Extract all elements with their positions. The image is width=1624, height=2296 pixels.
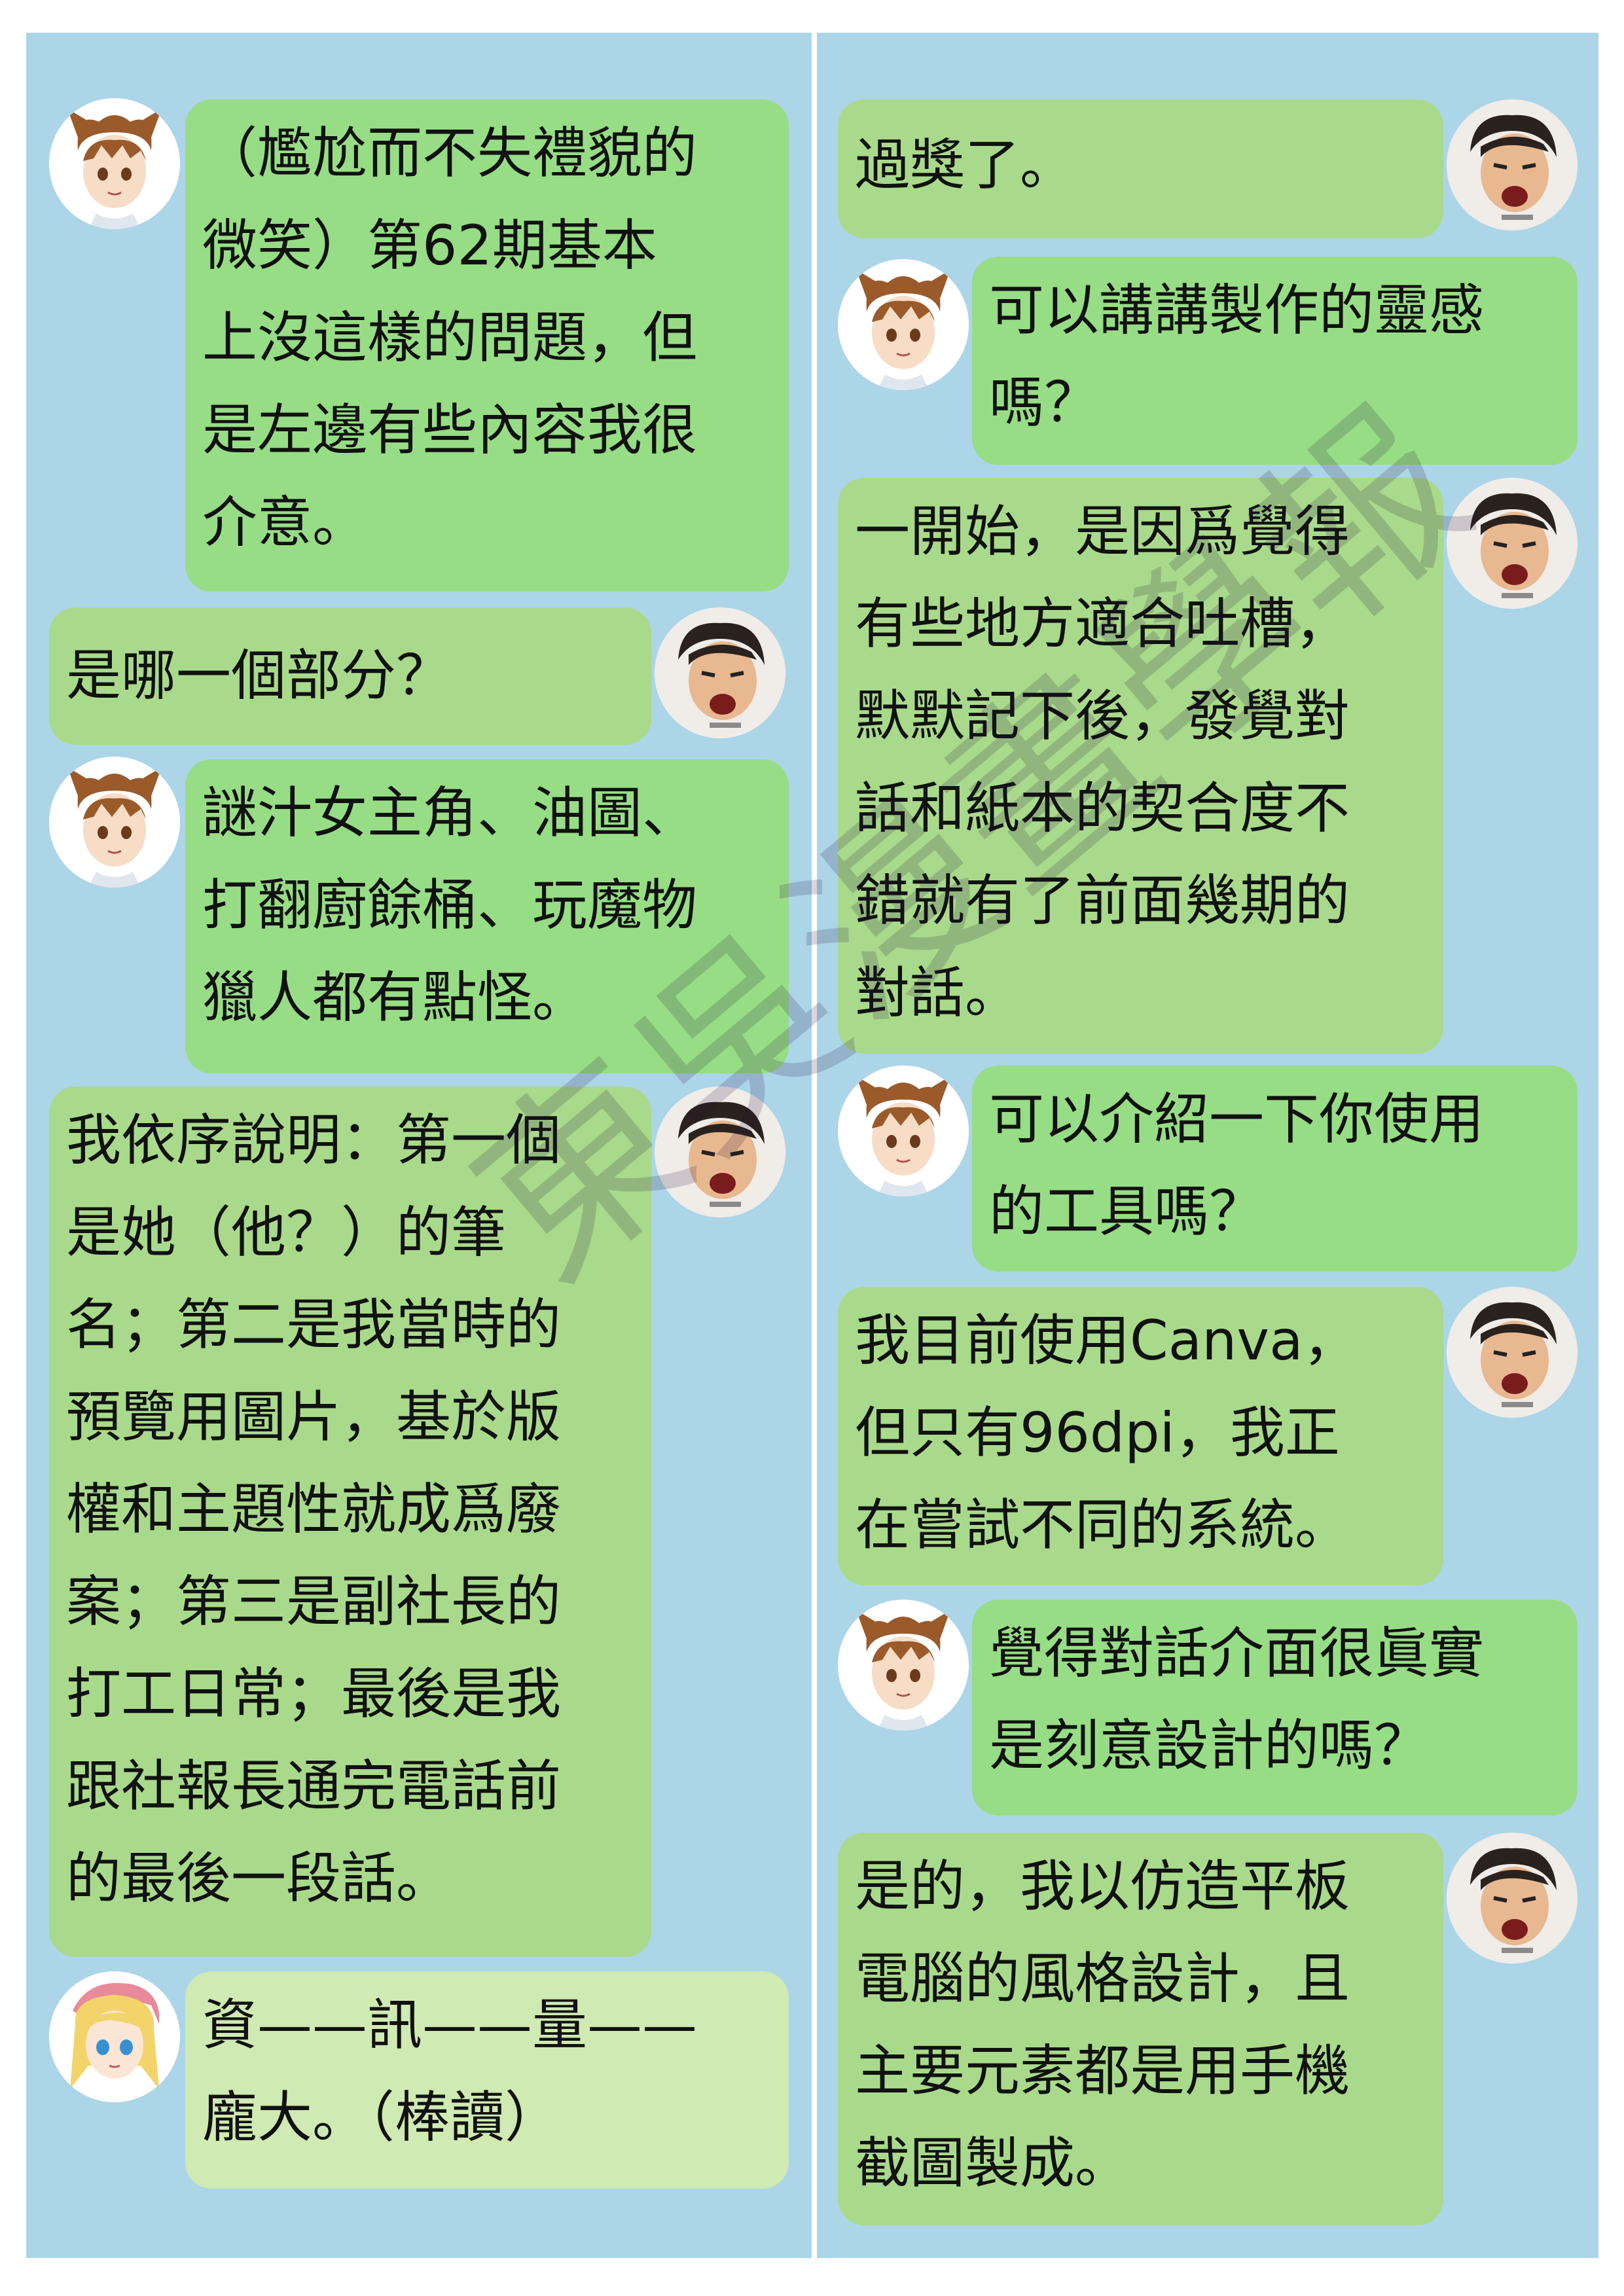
cat-boy-avatar [49,757,180,888]
chat-bubble-editor-5: 我目前使用Canva， 但只有96dpi，我正 在嘗試不同的系統。 [838,1287,1443,1585]
cat-boy-avatar [838,259,969,390]
editor-avatar-icon [655,607,785,738]
editor-avatar-icon [1447,478,1578,609]
chat-bubble-cat-boy-5: 覺得對話介面很眞實 是刻意設計的嗎？ [972,1600,1578,1816]
editor-avatar-icon [1447,1833,1578,1964]
editor-avatar [1447,99,1578,230]
editor-avatar [1447,1287,1578,1418]
cat-boy-avatar-icon [838,259,969,390]
chat-bubble-cat-boy-2: 謎汁女主角、油圖、 打翻廚餘桶、玩魔物 獵人都有點怪。 [185,759,789,1073]
editor-avatar [1447,1833,1578,1964]
cat-boy-avatar [838,1066,969,1196]
chat-bubble-editor-6: 是的，我以仿造平板 電腦的風格設計，且 主要元素都是用手機 截圖製成。 [838,1833,1443,2225]
editor-avatar-icon [1447,1287,1578,1418]
cat-boy-avatar-icon [838,1066,969,1196]
chat-bubble-editor-1: 是哪一個部分？ [49,607,651,745]
editor-avatar [655,1086,785,1217]
column-divider [812,33,817,2258]
editor-avatar [1447,478,1578,609]
chat-bubble-cat-boy-3: 可以講講製作的靈感 嗎？ [972,257,1578,465]
cat-boy-avatar [49,98,180,229]
cat-boy-avatar-icon [838,1600,969,1731]
chat-bubble-editor-2: 我依序說明：第一個 是她（他？）的筆 名；第二是我當時的 預覽用圖片，基於版 權… [49,1086,651,1957]
chat-bubble-cat-boy-1: （尷尬而不失禮貌的 微笑）第62期基本 上沒這樣的問題，但 是左邊有些內容我很 … [185,99,789,592]
cat-boy-avatar-icon [49,98,180,229]
chat-bubble-blonde-girl-1: 資——訊——量—— 龐大。（棒讀） [185,1971,789,2189]
chat-bubble-cat-boy-4: 可以介紹一下你使用 的工具嗎？ [972,1066,1578,1272]
cat-boy-avatar [838,1600,969,1731]
cat-boy-avatar-icon [49,757,180,888]
editor-avatar [655,607,785,738]
chat-bubble-editor-4: 一開始，是因爲覺得 有些地方適合吐槽， 默默記下後，發覺對 話和紙本的契合度不 … [838,478,1443,1054]
chat-bubble-editor-3: 過獎了。 [838,99,1443,238]
blonde-girl-avatar [49,1971,180,2102]
editor-avatar-icon [1447,99,1578,230]
editor-avatar-icon [655,1086,785,1217]
blonde-girl-avatar-icon [49,1971,180,2102]
